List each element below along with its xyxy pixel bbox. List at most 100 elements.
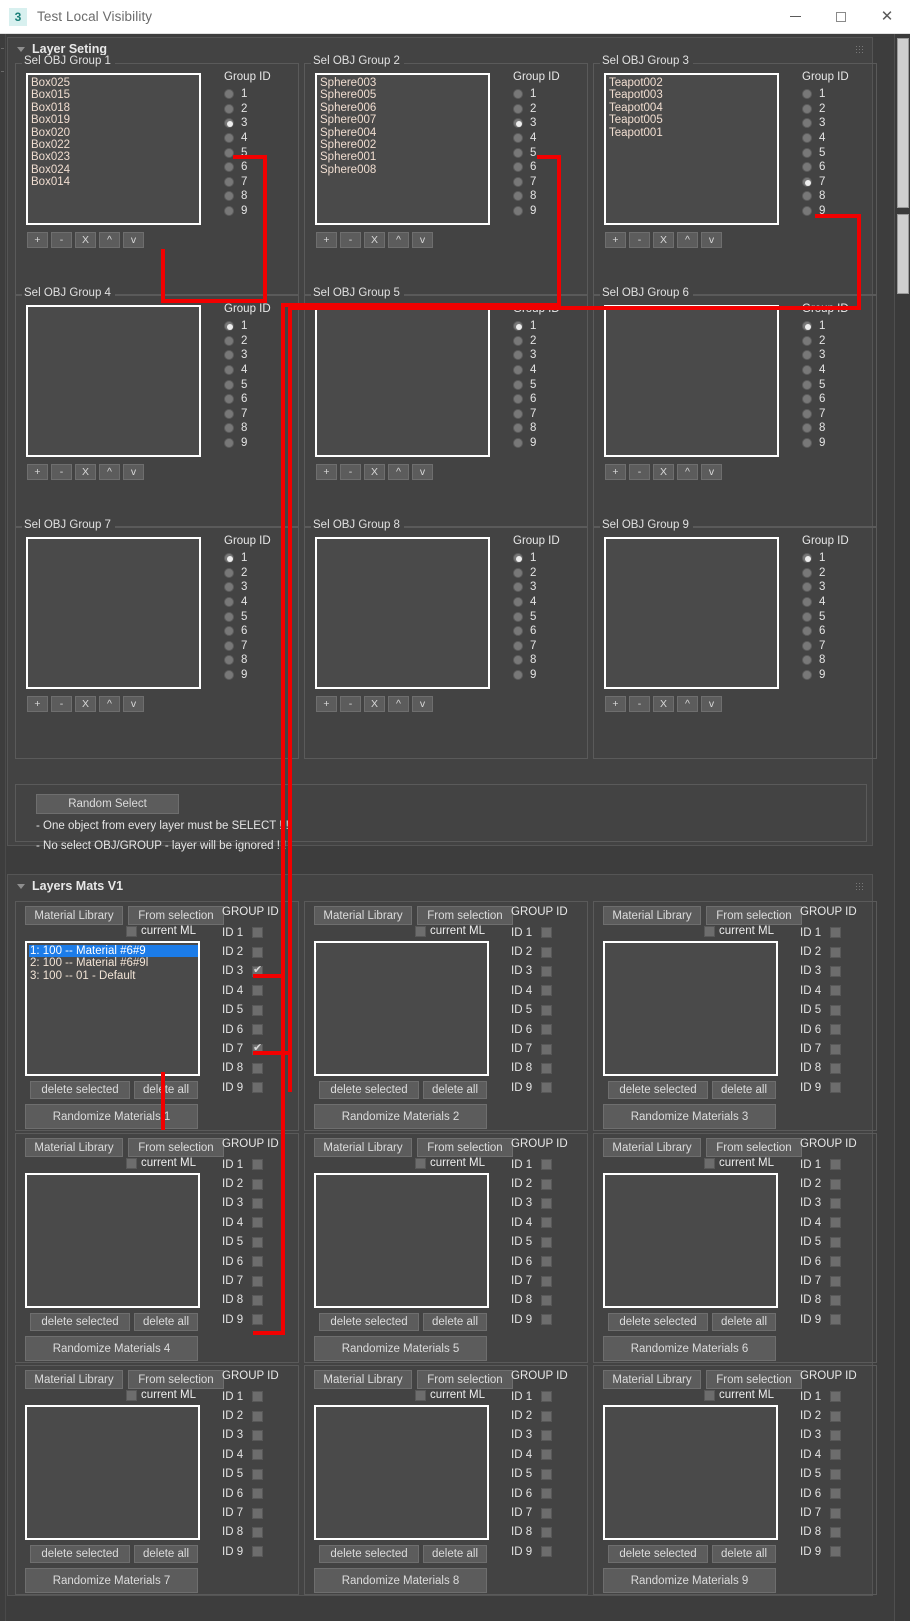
- current-ml-checkbox[interactable]: current ML: [126, 925, 196, 937]
- delete-all-button[interactable]: delete all: [134, 1545, 198, 1563]
- move-down-button[interactable]: v: [123, 464, 144, 480]
- list-item[interactable]: Sphere006: [319, 102, 488, 114]
- randomize-materials-button[interactable]: Randomize Materials 2: [314, 1104, 487, 1129]
- list-item[interactable]: Sphere001: [319, 151, 488, 163]
- group-id-checkbox-row[interactable]: ID 2: [222, 1174, 279, 1193]
- checkbox-icon[interactable]: [541, 1082, 552, 1094]
- move-down-button[interactable]: v: [412, 696, 433, 712]
- clear-objects-button[interactable]: X: [364, 232, 385, 248]
- material-listbox[interactable]: [603, 941, 778, 1076]
- delete-selected-button[interactable]: delete selected: [608, 1081, 708, 1099]
- remove-object-button[interactable]: -: [340, 696, 361, 712]
- checkbox-icon[interactable]: [830, 1082, 841, 1094]
- group-id-checkbox-row[interactable]: ID 8: [800, 1059, 857, 1078]
- group-id-radio-2[interactable]: 2: [802, 566, 849, 581]
- group-id-radio-1[interactable]: 1: [802, 551, 849, 566]
- group-id-radio-8[interactable]: 8: [513, 189, 560, 204]
- checkbox-icon[interactable]: [830, 1217, 841, 1229]
- material-listbox[interactable]: [603, 1173, 778, 1308]
- checkbox-icon[interactable]: [541, 1236, 552, 1248]
- clear-objects-button[interactable]: X: [653, 232, 674, 248]
- group-id-checkbox-row[interactable]: ID 7: [800, 1503, 857, 1522]
- material-library-button[interactable]: Material Library: [314, 906, 412, 925]
- current-ml-checkbox[interactable]: current ML: [415, 1157, 485, 1169]
- group-id-radio-6[interactable]: 6: [513, 624, 560, 639]
- group-id-radio-1[interactable]: 1: [513, 319, 560, 334]
- group-id-radio-2[interactable]: 2: [513, 566, 560, 581]
- obj-group-listbox[interactable]: Teapot002 Teapot003 Teapot004 Teapot005 Teap…: [604, 73, 779, 225]
- current-ml-checkbox[interactable]: current ML: [704, 925, 774, 937]
- list-item[interactable]: Sphere008: [319, 164, 488, 176]
- checkbox-icon[interactable]: [541, 1449, 552, 1461]
- group-id-radio-3[interactable]: 3: [802, 116, 849, 131]
- group-id-checkbox-row[interactable]: ID 5: [800, 1001, 857, 1020]
- group-id-radio-5[interactable]: 5: [513, 145, 560, 160]
- group-id-radio-5[interactable]: 5: [224, 377, 271, 392]
- group-id-checkbox-row[interactable]: ID 4: [222, 1213, 279, 1232]
- checkbox-icon[interactable]: [541, 1526, 552, 1538]
- group-id-checkbox-row[interactable]: ID 4: [511, 1213, 568, 1232]
- group-id-checkbox-row[interactable]: ID 7: [511, 1503, 568, 1522]
- checkbox-icon[interactable]: [541, 1275, 552, 1287]
- group-id-checkbox-row[interactable]: ID 6: [511, 1252, 568, 1271]
- from-selection-button[interactable]: From selection: [706, 906, 802, 925]
- checkbox-icon[interactable]: [252, 1391, 263, 1403]
- checkbox-icon[interactable]: [252, 1024, 263, 1036]
- group-id-checkbox-row[interactable]: ID 7: [222, 1271, 279, 1290]
- checkbox-icon[interactable]: [252, 964, 263, 977]
- group-id-radio-8[interactable]: 8: [513, 421, 560, 436]
- group-id-checkbox-row[interactable]: ID 4: [222, 1445, 279, 1464]
- delete-selected-button[interactable]: delete selected: [319, 1545, 419, 1563]
- material-listbox[interactable]: [314, 1405, 489, 1540]
- group-id-checkbox-row[interactable]: ID 5: [222, 1233, 279, 1252]
- vertical-scrollbar-thumb-secondary[interactable]: [897, 214, 909, 294]
- group-id-checkbox-row[interactable]: ID 9: [511, 1078, 568, 1097]
- move-down-button[interactable]: v: [412, 464, 433, 480]
- checkbox-icon[interactable]: [541, 1004, 552, 1016]
- checkbox-icon[interactable]: [252, 927, 263, 939]
- list-item[interactable]: Box019: [30, 114, 199, 126]
- group-id-checkbox-row[interactable]: ID 1: [800, 1155, 857, 1174]
- vertical-scrollbar-thumb[interactable]: [897, 38, 909, 208]
- checkbox-icon[interactable]: [541, 1062, 552, 1074]
- remove-object-button[interactable]: -: [629, 464, 650, 480]
- material-listbox[interactable]: 1: 100 -- Material #6#9 2: 100 -- Materia…: [25, 941, 200, 1076]
- clear-objects-button[interactable]: X: [364, 696, 385, 712]
- checkbox-icon[interactable]: [541, 1159, 552, 1171]
- checkbox-icon[interactable]: [830, 985, 841, 997]
- list-item[interactable]: Sphere005: [319, 89, 488, 101]
- group-id-checkbox-row[interactable]: ID 6: [800, 1252, 857, 1271]
- from-selection-button[interactable]: From selection: [417, 1370, 513, 1389]
- close-button[interactable]: ✕: [864, 0, 910, 33]
- group-id-checkbox-row[interactable]: ID 9: [222, 1542, 279, 1561]
- checkbox-icon[interactable]: [830, 1546, 841, 1558]
- material-library-button[interactable]: Material Library: [25, 906, 123, 925]
- checkbox-icon[interactable]: [541, 1314, 552, 1326]
- move-up-button[interactable]: ^: [388, 232, 409, 248]
- group-id-checkbox-row[interactable]: ID 7: [511, 1039, 568, 1058]
- group-id-checkbox-row[interactable]: ID 6: [800, 1020, 857, 1039]
- from-selection-button[interactable]: From selection: [706, 1370, 802, 1389]
- list-item[interactable]: Box020: [30, 127, 199, 139]
- checkbox-icon[interactable]: [830, 1159, 841, 1171]
- group-id-radio-1[interactable]: 1: [224, 87, 271, 102]
- group-id-radio-3[interactable]: 3: [224, 116, 271, 131]
- group-id-checkbox-row[interactable]: ID 3: [222, 1194, 279, 1213]
- group-id-checkbox-row[interactable]: ID 6: [222, 1020, 279, 1039]
- move-down-button[interactable]: v: [123, 696, 144, 712]
- randomize-materials-button[interactable]: Randomize Materials 1: [25, 1104, 198, 1129]
- group-id-checkbox-row[interactable]: ID 1: [511, 1155, 568, 1174]
- add-object-button[interactable]: +: [605, 696, 626, 712]
- randomize-materials-button[interactable]: Randomize Materials 3: [603, 1104, 776, 1129]
- group-id-checkbox-row[interactable]: ID 2: [511, 1406, 568, 1425]
- list-item[interactable]: Box024: [30, 164, 199, 176]
- group-id-radio-4[interactable]: 4: [224, 131, 271, 146]
- group-id-radio-5[interactable]: 5: [224, 609, 271, 624]
- checkbox-icon[interactable]: [252, 946, 263, 958]
- randomize-materials-button[interactable]: Randomize Materials 4: [25, 1336, 198, 1361]
- randomize-materials-button[interactable]: Randomize Materials 6: [603, 1336, 776, 1361]
- group-id-checkbox-row[interactable]: ID 3: [800, 1194, 857, 1213]
- group-id-checkbox-row[interactable]: ID 3: [511, 1194, 568, 1213]
- list-item[interactable]: Box014: [30, 176, 199, 188]
- group-id-checkbox-row[interactable]: ID 2: [800, 1406, 857, 1425]
